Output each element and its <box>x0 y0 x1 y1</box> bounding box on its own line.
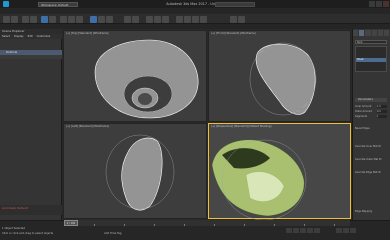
param-row: Outer Amount 0.0 <box>355 110 387 113</box>
left-view-object[interactable] <box>105 134 175 211</box>
object-name-field[interactable]: Sink <box>355 40 387 44</box>
orbit-icon[interactable] <box>343 228 349 233</box>
timeline-tick <box>334 224 335 226</box>
modifier-stack-item[interactable]: Shell <box>356 58 386 62</box>
pan-icon[interactable] <box>350 228 356 233</box>
param-spinner[interactable]: 0.0 <box>377 110 387 113</box>
timeline-tick <box>304 224 305 226</box>
param-row: Segments 1 <box>355 115 387 118</box>
add-time-tag[interactable]: Add Time Tag <box>104 232 121 235</box>
override-row[interactable]: Override Inner Mat ID <box>355 145 387 148</box>
bevel-edges-checkbox[interactable]: Bevel Edges <box>355 127 387 130</box>
override-row[interactable]: Override Outer Mat ID <box>355 158 387 161</box>
timeline-tick <box>94 224 95 226</box>
timeline-tick <box>274 224 275 226</box>
param-label: Inner Amount <box>355 105 372 108</box>
selection-status: 1 Object Selected <box>2 227 25 230</box>
perspective-view-object[interactable] <box>211 139 307 221</box>
create-tab-icon[interactable] <box>353 30 359 36</box>
top-view-object[interactable] <box>94 39 199 119</box>
go-to-end-icon[interactable] <box>314 228 320 233</box>
checkbox-label: Override Edge Mat ID <box>355 171 381 174</box>
modify-tab-icon[interactable] <box>359 30 365 36</box>
hierarchy-tab-icon[interactable] <box>365 30 371 36</box>
next-frame-icon[interactable] <box>307 228 313 233</box>
time-slider[interactable]: 0 / 100 <box>64 220 78 226</box>
zoom-icon[interactable] <box>336 228 342 233</box>
param-label: Segments <box>355 115 368 118</box>
param-spinner[interactable]: 1 <box>377 115 387 118</box>
override-row[interactable]: Override Edge Mat ID <box>355 171 387 174</box>
command-panel-tabs <box>353 30 390 36</box>
timeline-tick <box>214 224 215 226</box>
display-tab-icon[interactable] <box>377 30 383 36</box>
timeline-tick <box>184 224 185 226</box>
parameters-rollout[interactable]: Parameters <box>355 98 387 102</box>
checkbox-label: Override Inner Mat ID <box>355 145 381 148</box>
timeline-tick <box>244 224 245 226</box>
timeline-tick <box>124 224 125 226</box>
checkbox-label: Override Outer Mat ID <box>355 158 382 161</box>
previous-frame-icon[interactable] <box>293 228 299 233</box>
timeline[interactable] <box>64 220 350 226</box>
front-view-object[interactable] <box>249 42 317 116</box>
play-icon[interactable] <box>300 228 306 233</box>
go-to-start-icon[interactable] <box>286 228 292 233</box>
edge-mapping-text: Edge Mapping <box>355 210 373 213</box>
checkbox-label: Bevel Edges <box>355 127 370 130</box>
param-spinner[interactable]: 1.0 <box>377 105 387 108</box>
param-label: Outer Amount <box>355 110 372 113</box>
edge-mapping-label: Edge Mapping <box>355 210 387 213</box>
timeline-tick <box>154 224 155 226</box>
motion-tab-icon[interactable] <box>371 30 377 36</box>
utilities-tab-icon[interactable] <box>383 30 390 36</box>
scene-objects <box>94 39 317 221</box>
prompt-line: Click or click-and-drag to select object… <box>2 232 54 235</box>
param-row: Inner Amount 1.0 <box>355 105 387 108</box>
